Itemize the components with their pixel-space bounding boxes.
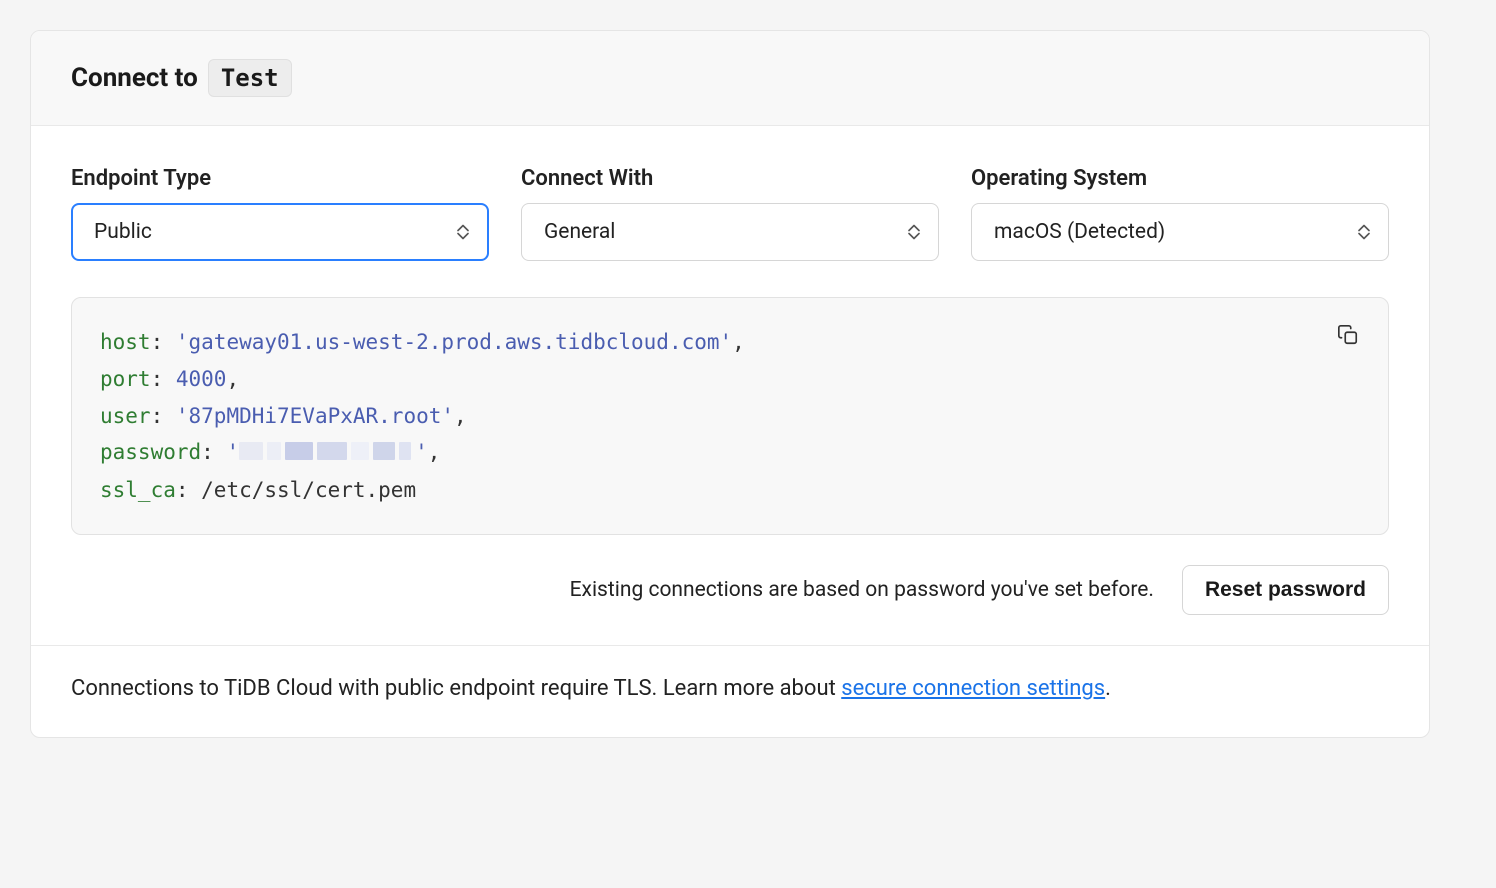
endpoint-type-label: Endpoint Type (71, 166, 489, 191)
dialog-body: Endpoint Type Public Connect With Genera… (31, 126, 1429, 645)
reset-password-button[interactable]: Reset password (1182, 565, 1389, 615)
code-port-key: port (100, 367, 151, 391)
copy-icon (1337, 324, 1359, 349)
os-field: Operating System macOS (Detected) (971, 166, 1389, 261)
secure-connection-link[interactable]: secure connection settings (841, 676, 1105, 701)
cluster-name-chip: Test (208, 59, 292, 97)
code-port-value: 4000 (176, 367, 227, 391)
code-host-key: host (100, 330, 151, 354)
dialog-title: Connect to Test (71, 59, 292, 97)
os-value: macOS (Detected) (994, 220, 1165, 244)
dialog-header: Connect to Test (31, 31, 1429, 126)
code-user-key: user (100, 404, 151, 428)
connect-with-label: Connect With (521, 166, 939, 191)
connect-with-field: Connect With General (521, 166, 939, 261)
code-sslca-value: /etc/ssl/cert.pem (201, 478, 416, 502)
os-select[interactable]: macOS (Detected) (971, 203, 1389, 261)
code-user-value: '87pMDHi7EVaPxAR.root' (176, 404, 454, 428)
endpoint-type-field: Endpoint Type Public (71, 166, 489, 261)
password-note: Existing connections are based on passwo… (570, 578, 1154, 602)
title-prefix: Connect to (71, 63, 198, 93)
updown-caret-icon (908, 225, 920, 240)
code-sslca-key: ssl_ca (100, 478, 176, 502)
endpoint-type-value: Public (94, 220, 152, 244)
selectors-row: Endpoint Type Public Connect With Genera… (71, 166, 1389, 261)
password-note-row: Existing connections are based on passwo… (71, 565, 1389, 615)
tls-note-text: Connections to TiDB Cloud with public en… (71, 676, 841, 701)
updown-caret-icon (1358, 225, 1370, 240)
code-password-key: password (100, 440, 201, 464)
password-obscured (239, 435, 415, 472)
os-label: Operating System (971, 166, 1389, 191)
connect-with-value: General (544, 220, 615, 244)
copy-button[interactable] (1330, 318, 1366, 354)
endpoint-type-select[interactable]: Public (71, 203, 489, 261)
connect-with-select[interactable]: General (521, 203, 939, 261)
connection-code-block: host: 'gateway01.us-west-2.prod.aws.tidb… (71, 297, 1389, 535)
updown-caret-icon (457, 225, 469, 240)
connect-dialog: Connect to Test Endpoint Type Public Con… (30, 30, 1430, 738)
code-host-value: 'gateway01.us-west-2.prod.aws.tidbcloud.… (176, 330, 732, 354)
dialog-footer: Connections to TiDB Cloud with public en… (31, 645, 1429, 737)
